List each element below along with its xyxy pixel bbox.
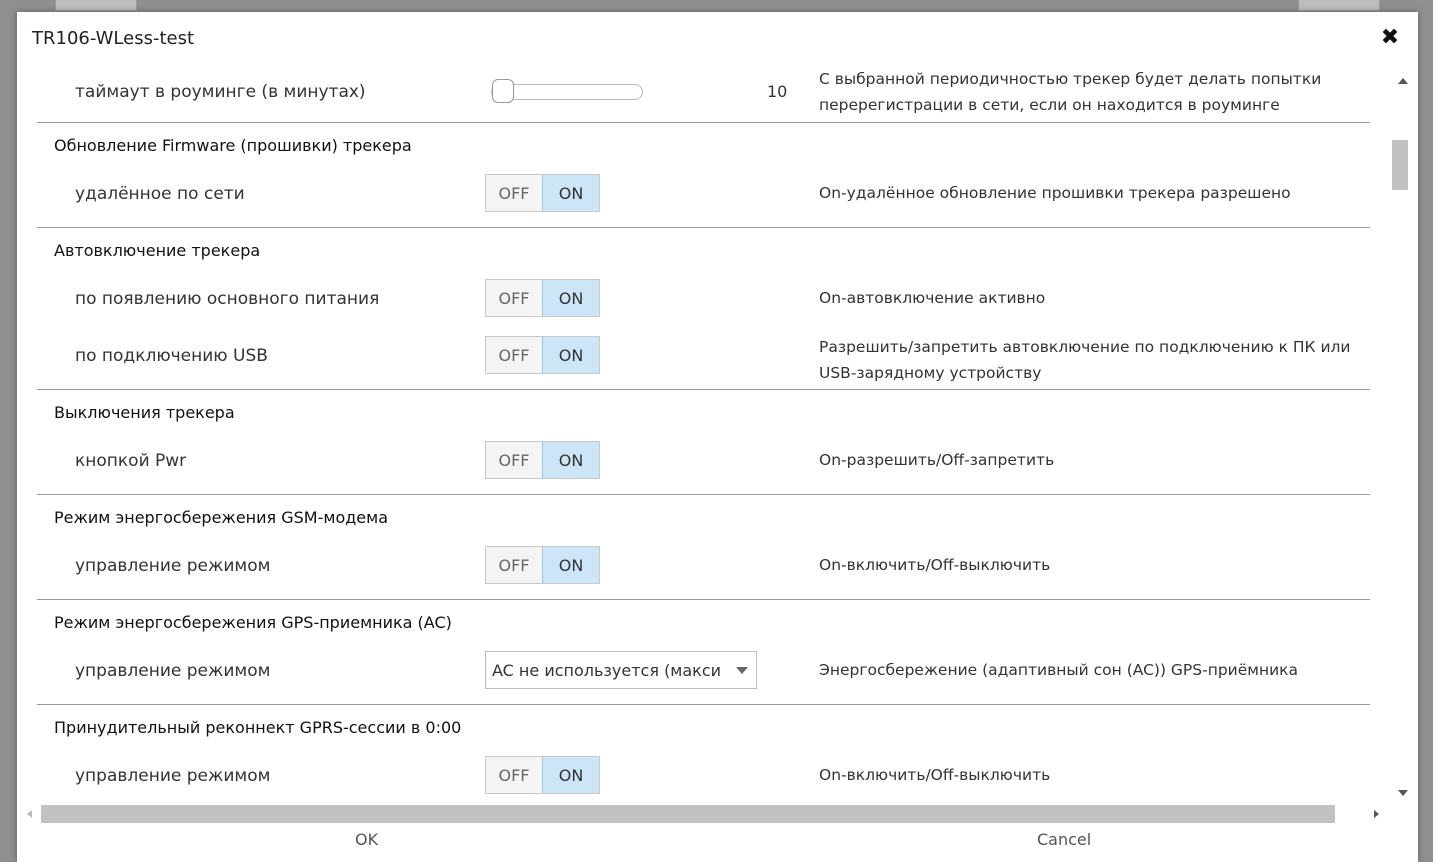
- toggle-off-option[interactable]: OFF: [486, 175, 542, 211]
- vertical-scroll-thumb[interactable]: [1392, 140, 1408, 190]
- on-off-toggle[interactable]: OFF ON: [485, 279, 600, 317]
- setting-label: по подключению USB: [75, 346, 268, 366]
- scroll-down-icon[interactable]: [1398, 790, 1408, 796]
- cancel-button[interactable]: Cancel: [1037, 830, 1091, 849]
- setting-description: Энергосбережение (адаптивный сон (AC)) G…: [819, 661, 1299, 679]
- section-title: Автовключение трекера: [54, 241, 261, 260]
- toggle-on-option[interactable]: ON: [542, 337, 599, 373]
- on-off-toggle[interactable]: OFF ON: [485, 546, 600, 584]
- scroll-up-icon[interactable]: [1398, 78, 1408, 84]
- section-title: Режим энергосбережения GSM-модема: [54, 508, 389, 527]
- section-divider: [37, 227, 1370, 228]
- toggle-off-option[interactable]: OFF: [486, 757, 542, 793]
- settings-scroll-area: таймаут в роуминге (в минутах) 10 С выбр…: [17, 70, 1389, 804]
- setting-description: On-разрешить/Off-запретить: [819, 451, 1055, 469]
- toggle-on-option[interactable]: ON: [542, 757, 599, 793]
- setting-label: управление режимом: [75, 661, 271, 681]
- roaming-timeout-label: таймаут в роуминге (в минутах): [75, 82, 366, 102]
- setting-description: On-включить/Off-выключить: [819, 766, 1051, 784]
- section-divider: [37, 389, 1370, 390]
- slider-handle[interactable]: [492, 79, 514, 103]
- toggle-on-option[interactable]: ON: [542, 280, 599, 316]
- on-off-toggle[interactable]: OFF ON: [485, 441, 600, 479]
- setting-label: по появлению основного питания: [75, 289, 380, 309]
- horizontal-scrollbar[interactable]: [17, 804, 1389, 826]
- setting-label: управление режимом: [75, 766, 271, 786]
- dialog-title: TR106-WLess-test: [32, 28, 195, 49]
- setting-label: управление режимом: [75, 556, 271, 576]
- scroll-right-icon[interactable]: [1374, 810, 1379, 818]
- section-title: Выключения трекера: [54, 403, 235, 422]
- toggle-off-option[interactable]: OFF: [486, 280, 542, 316]
- section-title: Режим энергосбережения GPS-приемника (AC…: [54, 613, 452, 632]
- section-divider: [37, 599, 1370, 600]
- toggle-off-option[interactable]: OFF: [486, 547, 542, 583]
- setting-description: On-включить/Off-выключить: [819, 556, 1051, 574]
- setting-description: On-автовключение активно: [819, 289, 1046, 307]
- section-title: Принудительный реконнект GPRS-сессии в 0…: [54, 718, 462, 737]
- section-divider: [37, 122, 1370, 123]
- toggle-on-option[interactable]: ON: [542, 442, 599, 478]
- roaming-timeout-description: С выбранной периодичностью трекер будет …: [819, 70, 1322, 114]
- ok-button[interactable]: OK: [355, 830, 378, 849]
- setting-label: удалённое по сети: [75, 184, 245, 204]
- settings-dialog: TR106-WLess-test ✖ таймаут в роуминге (в…: [17, 12, 1418, 862]
- mode-select[interactable]: AC не используется (макси: [485, 651, 757, 689]
- section-title: Обновление Firmware (прошивки) трекера: [54, 136, 412, 155]
- setting-label: кнопкой Pwr: [75, 451, 187, 471]
- scroll-left-icon[interactable]: [27, 810, 32, 818]
- toggle-on-option[interactable]: ON: [542, 175, 599, 211]
- toggle-on-option[interactable]: ON: [542, 547, 599, 583]
- on-off-toggle[interactable]: OFF ON: [485, 756, 600, 794]
- setting-description: Разрешить/запретить автовключение по под…: [819, 338, 1351, 382]
- section-divider: [37, 494, 1370, 495]
- close-icon[interactable]: ✖: [1378, 26, 1402, 50]
- on-off-toggle[interactable]: OFF ON: [485, 174, 600, 212]
- horizontal-scroll-thumb[interactable]: [41, 805, 1335, 823]
- roaming-timeout-slider[interactable]: [491, 79, 643, 103]
- vertical-scrollbar[interactable]: [1389, 70, 1418, 804]
- chevron-down-icon: [736, 667, 748, 674]
- on-off-toggle[interactable]: OFF ON: [485, 336, 600, 374]
- setting-description: On-удалённое обновление прошивки трекера…: [819, 184, 1291, 202]
- section-divider: [37, 704, 1370, 705]
- toggle-off-option[interactable]: OFF: [486, 337, 542, 373]
- backdrop-button-left: [55, 0, 137, 11]
- backdrop-button-right: [1298, 0, 1380, 11]
- select-value: AC не используется (макси: [492, 660, 722, 680]
- toggle-off-option[interactable]: OFF: [486, 442, 542, 478]
- roaming-timeout-value: 10: [767, 82, 788, 101]
